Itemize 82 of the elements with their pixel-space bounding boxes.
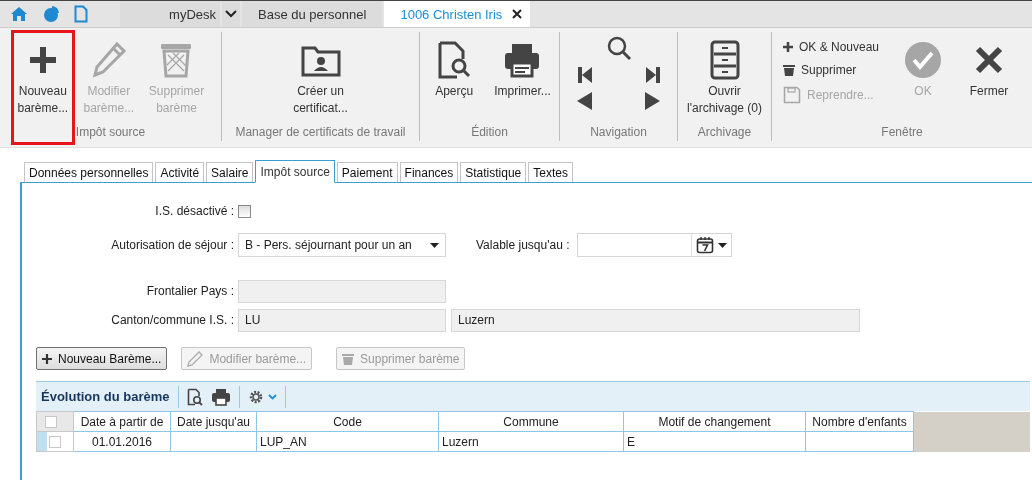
document-tab[interactable]: Base du personnel bbox=[242, 1, 383, 27]
pencil-icon bbox=[90, 41, 127, 79]
filing-cabinet-icon bbox=[709, 40, 740, 80]
field-label: Autorisation de séjour : bbox=[110, 238, 234, 252]
checkbox[interactable] bbox=[45, 415, 57, 428]
group-label: Manager de certificats de travail bbox=[234, 125, 407, 141]
tab[interactable]: Statistique bbox=[460, 162, 527, 182]
table-cell: LUP_AN bbox=[256, 431, 439, 452]
ribbon-button[interactable]: Supprimer bbox=[782, 63, 857, 77]
settings-icon bbox=[247, 388, 264, 405]
group-label: Impôt source bbox=[74, 125, 147, 141]
plus-icon bbox=[27, 45, 58, 75]
tab[interactable]: Données personnelles bbox=[24, 162, 154, 182]
group-label: Navigation bbox=[589, 125, 648, 141]
checkmark-circle-icon bbox=[904, 41, 942, 79]
trash-icon bbox=[342, 352, 355, 365]
home-icon[interactable] bbox=[10, 6, 28, 22]
document-tab[interactable]: 1006 Christen Iris bbox=[384, 1, 531, 27]
table-cell: 01.01.2016 bbox=[73, 431, 171, 452]
field-label: I.S. désactivé : bbox=[154, 204, 234, 218]
previous-record-icon[interactable] bbox=[576, 91, 593, 111]
document-search-icon bbox=[437, 41, 472, 79]
tab[interactable]: Activité bbox=[155, 162, 205, 182]
group-label: Édition bbox=[470, 125, 509, 141]
trash-icon bbox=[782, 64, 795, 76]
last-record-icon[interactable] bbox=[644, 65, 661, 85]
ribbon-button[interactable]: Aperçu bbox=[422, 32, 487, 125]
first-record-icon[interactable] bbox=[576, 65, 593, 85]
save-icon bbox=[782, 86, 801, 104]
readonly-field[interactable]: LU bbox=[238, 308, 446, 332]
plus-icon bbox=[782, 42, 793, 52]
action-button[interactable]: Nouveau Barème... bbox=[36, 347, 168, 370]
checkbox[interactable] bbox=[49, 435, 61, 448]
readonly-field[interactable] bbox=[238, 279, 446, 303]
document-search-icon[interactable] bbox=[186, 387, 203, 406]
printer-icon[interactable] bbox=[210, 387, 231, 406]
tab[interactable]: Salaire bbox=[206, 162, 254, 182]
desk-label: myDesk bbox=[120, 1, 220, 27]
column-header[interactable]: Motif de changement bbox=[623, 411, 806, 432]
printer-icon bbox=[503, 42, 542, 78]
pie-chart-icon[interactable] bbox=[42, 5, 60, 23]
group-label: Archivage bbox=[696, 125, 753, 141]
tab[interactable]: Paiement bbox=[336, 162, 398, 182]
ribbon-button[interactable]: Nouveau barème... bbox=[10, 30, 75, 145]
close-icon[interactable] bbox=[512, 9, 523, 19]
date-field[interactable] bbox=[577, 233, 733, 257]
trash-icon bbox=[159, 42, 194, 78]
column-header[interactable]: Code bbox=[256, 411, 439, 432]
field-label: Frontalier Pays : bbox=[145, 284, 234, 298]
field-label: Valable jusqu'au : bbox=[476, 238, 570, 252]
column-header[interactable]: Nombre d'enfants bbox=[805, 411, 914, 432]
ribbon-button[interactable]: OK & Nouveau bbox=[782, 40, 879, 54]
ribbon-button[interactable]: Imprimer... bbox=[488, 32, 557, 125]
dropdown-arrow-icon bbox=[430, 242, 439, 248]
plus-icon bbox=[42, 353, 52, 364]
grid-title: Évolution du barème bbox=[41, 389, 170, 404]
next-record-icon[interactable] bbox=[644, 91, 661, 111]
close-icon bbox=[974, 45, 1004, 75]
dropdown-field[interactable]: B - Pers. séjournant pour un an bbox=[238, 233, 446, 257]
tab[interactable]: Finances bbox=[399, 162, 459, 182]
ribbon-button[interactable]: Fermer bbox=[957, 32, 1021, 125]
ribbon-button[interactable]: Ouvrir l'archivage (0) bbox=[681, 32, 768, 125]
document-icon[interactable] bbox=[74, 5, 88, 23]
calendar-icon bbox=[696, 236, 715, 254]
group-label: Fenêtre bbox=[880, 125, 924, 141]
column-header[interactable]: Commune bbox=[438, 411, 624, 432]
chevron-down-icon bbox=[225, 10, 237, 18]
column-header[interactable]: Date jusqu'au bbox=[170, 411, 257, 432]
ribbon-button[interactable]: Créer un certificat... bbox=[287, 32, 354, 125]
table-cell: E bbox=[623, 431, 806, 452]
checkbox[interactable] bbox=[238, 204, 251, 218]
dropdown-button[interactable] bbox=[222, 1, 240, 27]
pencil-icon bbox=[187, 350, 204, 367]
dropdown-arrow-icon bbox=[718, 242, 728, 248]
table-cell: Luzern bbox=[438, 431, 624, 452]
settings-menu-button[interactable] bbox=[247, 388, 277, 405]
chevron-down-icon bbox=[267, 393, 277, 400]
column-header[interactable]: Date à partir de bbox=[73, 411, 171, 432]
tab[interactable]: Textes bbox=[528, 162, 573, 182]
tab[interactable]: Impôt source bbox=[255, 160, 335, 183]
field-label: Canton/commune I.S. : bbox=[110, 313, 234, 327]
readonly-field[interactable]: Luzern bbox=[451, 308, 860, 332]
